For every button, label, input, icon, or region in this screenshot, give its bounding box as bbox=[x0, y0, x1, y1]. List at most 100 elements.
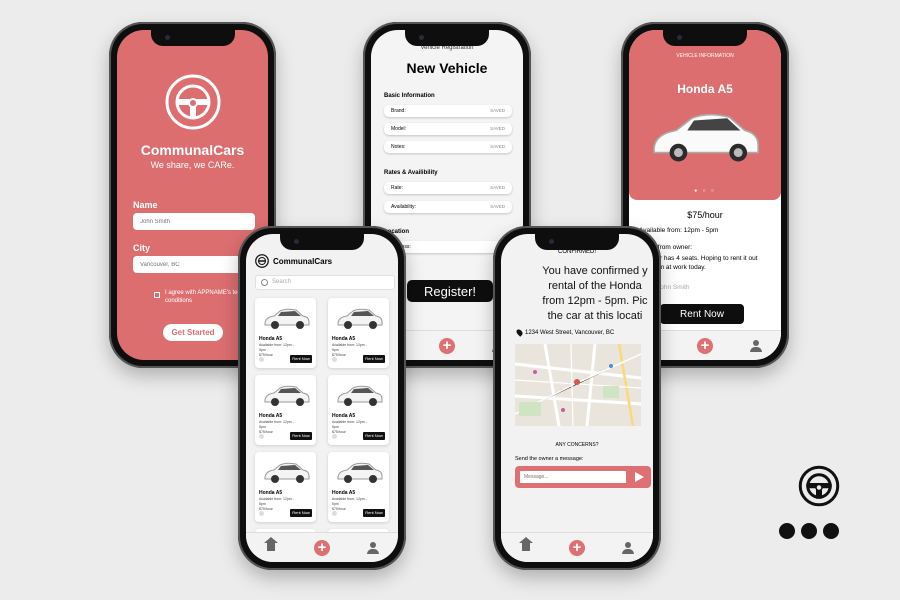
map-image bbox=[515, 344, 641, 426]
register-button[interactable]: Register! bbox=[407, 280, 493, 302]
car-name: Honda A5 bbox=[259, 336, 283, 342]
rent-now-button[interactable]: Rent Now bbox=[363, 432, 385, 440]
more-icon[interactable] bbox=[779, 523, 839, 539]
car-image bbox=[264, 308, 310, 329]
saved-badge: SAVED bbox=[490, 108, 505, 113]
owner-avatar bbox=[332, 434, 337, 439]
rent-now-button[interactable]: Rent Now bbox=[660, 304, 744, 324]
search-icon bbox=[261, 279, 268, 286]
confirm-phone: CONFIRMED! You have confirmed y rental o… bbox=[493, 226, 661, 570]
car-image bbox=[653, 113, 759, 162]
profile-icon[interactable] bbox=[622, 541, 635, 554]
phone-notch bbox=[280, 234, 364, 250]
saved-badge: SAVED bbox=[490, 144, 505, 149]
owner-avatar bbox=[259, 357, 264, 362]
car-name: Honda A5 bbox=[259, 490, 283, 496]
model-label: Model: bbox=[391, 126, 407, 132]
detail-title: Honda A5 bbox=[677, 82, 733, 96]
rent-now-button[interactable]: Rent Now bbox=[290, 509, 312, 517]
owner-avatar bbox=[259, 434, 264, 439]
steering-wheel-icon bbox=[798, 465, 840, 507]
rent-now-button[interactable]: Rent Now bbox=[290, 355, 312, 363]
brand-field[interactable]: Brand: SAVED bbox=[384, 105, 512, 117]
detail-kicker: VEHICLE INFORMATION bbox=[676, 53, 734, 59]
phone-notch bbox=[535, 234, 619, 250]
add-icon[interactable]: + bbox=[568, 539, 585, 556]
name-input[interactable] bbox=[133, 213, 255, 230]
app-brand: CommunalCars bbox=[140, 142, 245, 158]
saved-badge: SAVED bbox=[490, 126, 505, 131]
notes-label: Notes: bbox=[391, 144, 406, 150]
city-input[interactable] bbox=[133, 256, 255, 273]
car-card[interactable]: Honda A5 Available from: 12pm - 5pm $75/h… bbox=[328, 452, 389, 522]
saved-badge: SAVED bbox=[490, 204, 505, 209]
notes-field[interactable]: Notes: SAVED bbox=[384, 141, 512, 153]
confirm-screen: CONFIRMED! You have confirmed y rental o… bbox=[501, 234, 653, 562]
car-name: Honda A5 bbox=[259, 413, 283, 419]
tab-bar: + bbox=[246, 532, 398, 562]
concerns-heading: ANY CONCERNS? bbox=[555, 442, 599, 448]
saved-badge: SAVED bbox=[490, 185, 505, 190]
location-pin-icon bbox=[515, 328, 524, 337]
car-name: Honda A5 bbox=[332, 413, 356, 419]
car-card[interactable]: Honda A5 Available from: 12pm - 5pm $75/h… bbox=[255, 375, 316, 445]
steering-wheel-icon bbox=[255, 254, 269, 268]
steering-wheel-icon bbox=[165, 74, 220, 130]
rent-now-button[interactable]: Rent Now bbox=[290, 432, 312, 440]
get-started-button[interactable]: Get Started bbox=[163, 324, 223, 341]
phone-notch bbox=[405, 30, 489, 46]
add-icon[interactable]: + bbox=[438, 337, 455, 354]
send-icon[interactable] bbox=[635, 472, 644, 482]
search-placeholder: Search bbox=[272, 279, 292, 285]
home-icon[interactable] bbox=[263, 536, 278, 553]
home-icon[interactable] bbox=[518, 536, 533, 553]
car-card[interactable]: Honda A5 Available from: 12pm - 5pm $75/h… bbox=[255, 452, 316, 522]
detail-price: $75/hour bbox=[687, 210, 723, 220]
owner-avatar bbox=[259, 511, 264, 516]
profile-icon[interactable] bbox=[750, 339, 763, 352]
map-view[interactable] bbox=[515, 344, 641, 426]
rent-now-button[interactable]: Rent Now bbox=[363, 355, 385, 363]
car-name: Honda A5 bbox=[332, 490, 356, 496]
detail-availability: Available from: 12pm - 5pm bbox=[639, 227, 719, 234]
section-rates: Rates & Availibility bbox=[384, 170, 438, 176]
message-input[interactable] bbox=[520, 471, 626, 483]
model-field[interactable]: Model: SAVED bbox=[384, 123, 512, 135]
name-label: Name bbox=[133, 200, 158, 210]
car-image bbox=[264, 385, 310, 406]
car-image bbox=[264, 462, 310, 483]
profile-icon[interactable] bbox=[367, 541, 380, 554]
brand-label: Brand: bbox=[391, 108, 406, 114]
list-screen: CommunalCars Search Honda A5 Available f… bbox=[246, 234, 398, 562]
car-image bbox=[337, 308, 383, 329]
send-label: Send the owner a message: bbox=[515, 456, 584, 462]
car-image bbox=[337, 462, 383, 483]
list-phone: CommunalCars Search Honda A5 Available f… bbox=[238, 226, 406, 570]
list-header: CommunalCars bbox=[255, 254, 332, 268]
carousel-dots[interactable]: ● ○ ○ bbox=[629, 188, 781, 194]
car-name: Honda A5 bbox=[332, 336, 356, 342]
car-card[interactable]: Honda A5 Available from: 12pm - 5pm $75/h… bbox=[255, 298, 316, 368]
add-icon[interactable]: + bbox=[696, 337, 713, 354]
tab-bar: + bbox=[501, 532, 653, 562]
agree-checkbox[interactable] bbox=[154, 292, 160, 298]
car-card[interactable]: Honda A5 Available from: 12pm - 5pm $75/h… bbox=[328, 298, 389, 368]
owner-avatar bbox=[332, 511, 337, 516]
add-icon[interactable]: + bbox=[313, 539, 330, 556]
availability-field[interactable]: Availability: SAVED bbox=[384, 201, 512, 213]
pickup-location: 1234 West Street, Vancouver, BC bbox=[515, 328, 615, 337]
app-tagline: We share, we CARe. bbox=[150, 160, 235, 170]
register-title: New Vehicle bbox=[406, 60, 488, 76]
confirm-message: You have confirmed y rental of the Honda… bbox=[542, 265, 648, 322]
search-input[interactable]: Search bbox=[255, 275, 395, 290]
rate-field[interactable]: Rate: SAVED bbox=[384, 182, 512, 194]
owner-avatar bbox=[332, 357, 337, 362]
city-label: City bbox=[133, 243, 151, 253]
section-basic: Basic Information bbox=[384, 93, 435, 99]
message-box bbox=[515, 466, 651, 488]
availability-label: Availability: bbox=[391, 204, 416, 210]
car-card[interactable]: Honda A5 Available from: 12pm - 5pm $75/h… bbox=[328, 375, 389, 445]
pickup-address: 1234 West Street, Vancouver, BC bbox=[525, 329, 615, 336]
phone-notch bbox=[663, 30, 747, 46]
rent-now-button[interactable]: Rent Now bbox=[363, 509, 385, 517]
